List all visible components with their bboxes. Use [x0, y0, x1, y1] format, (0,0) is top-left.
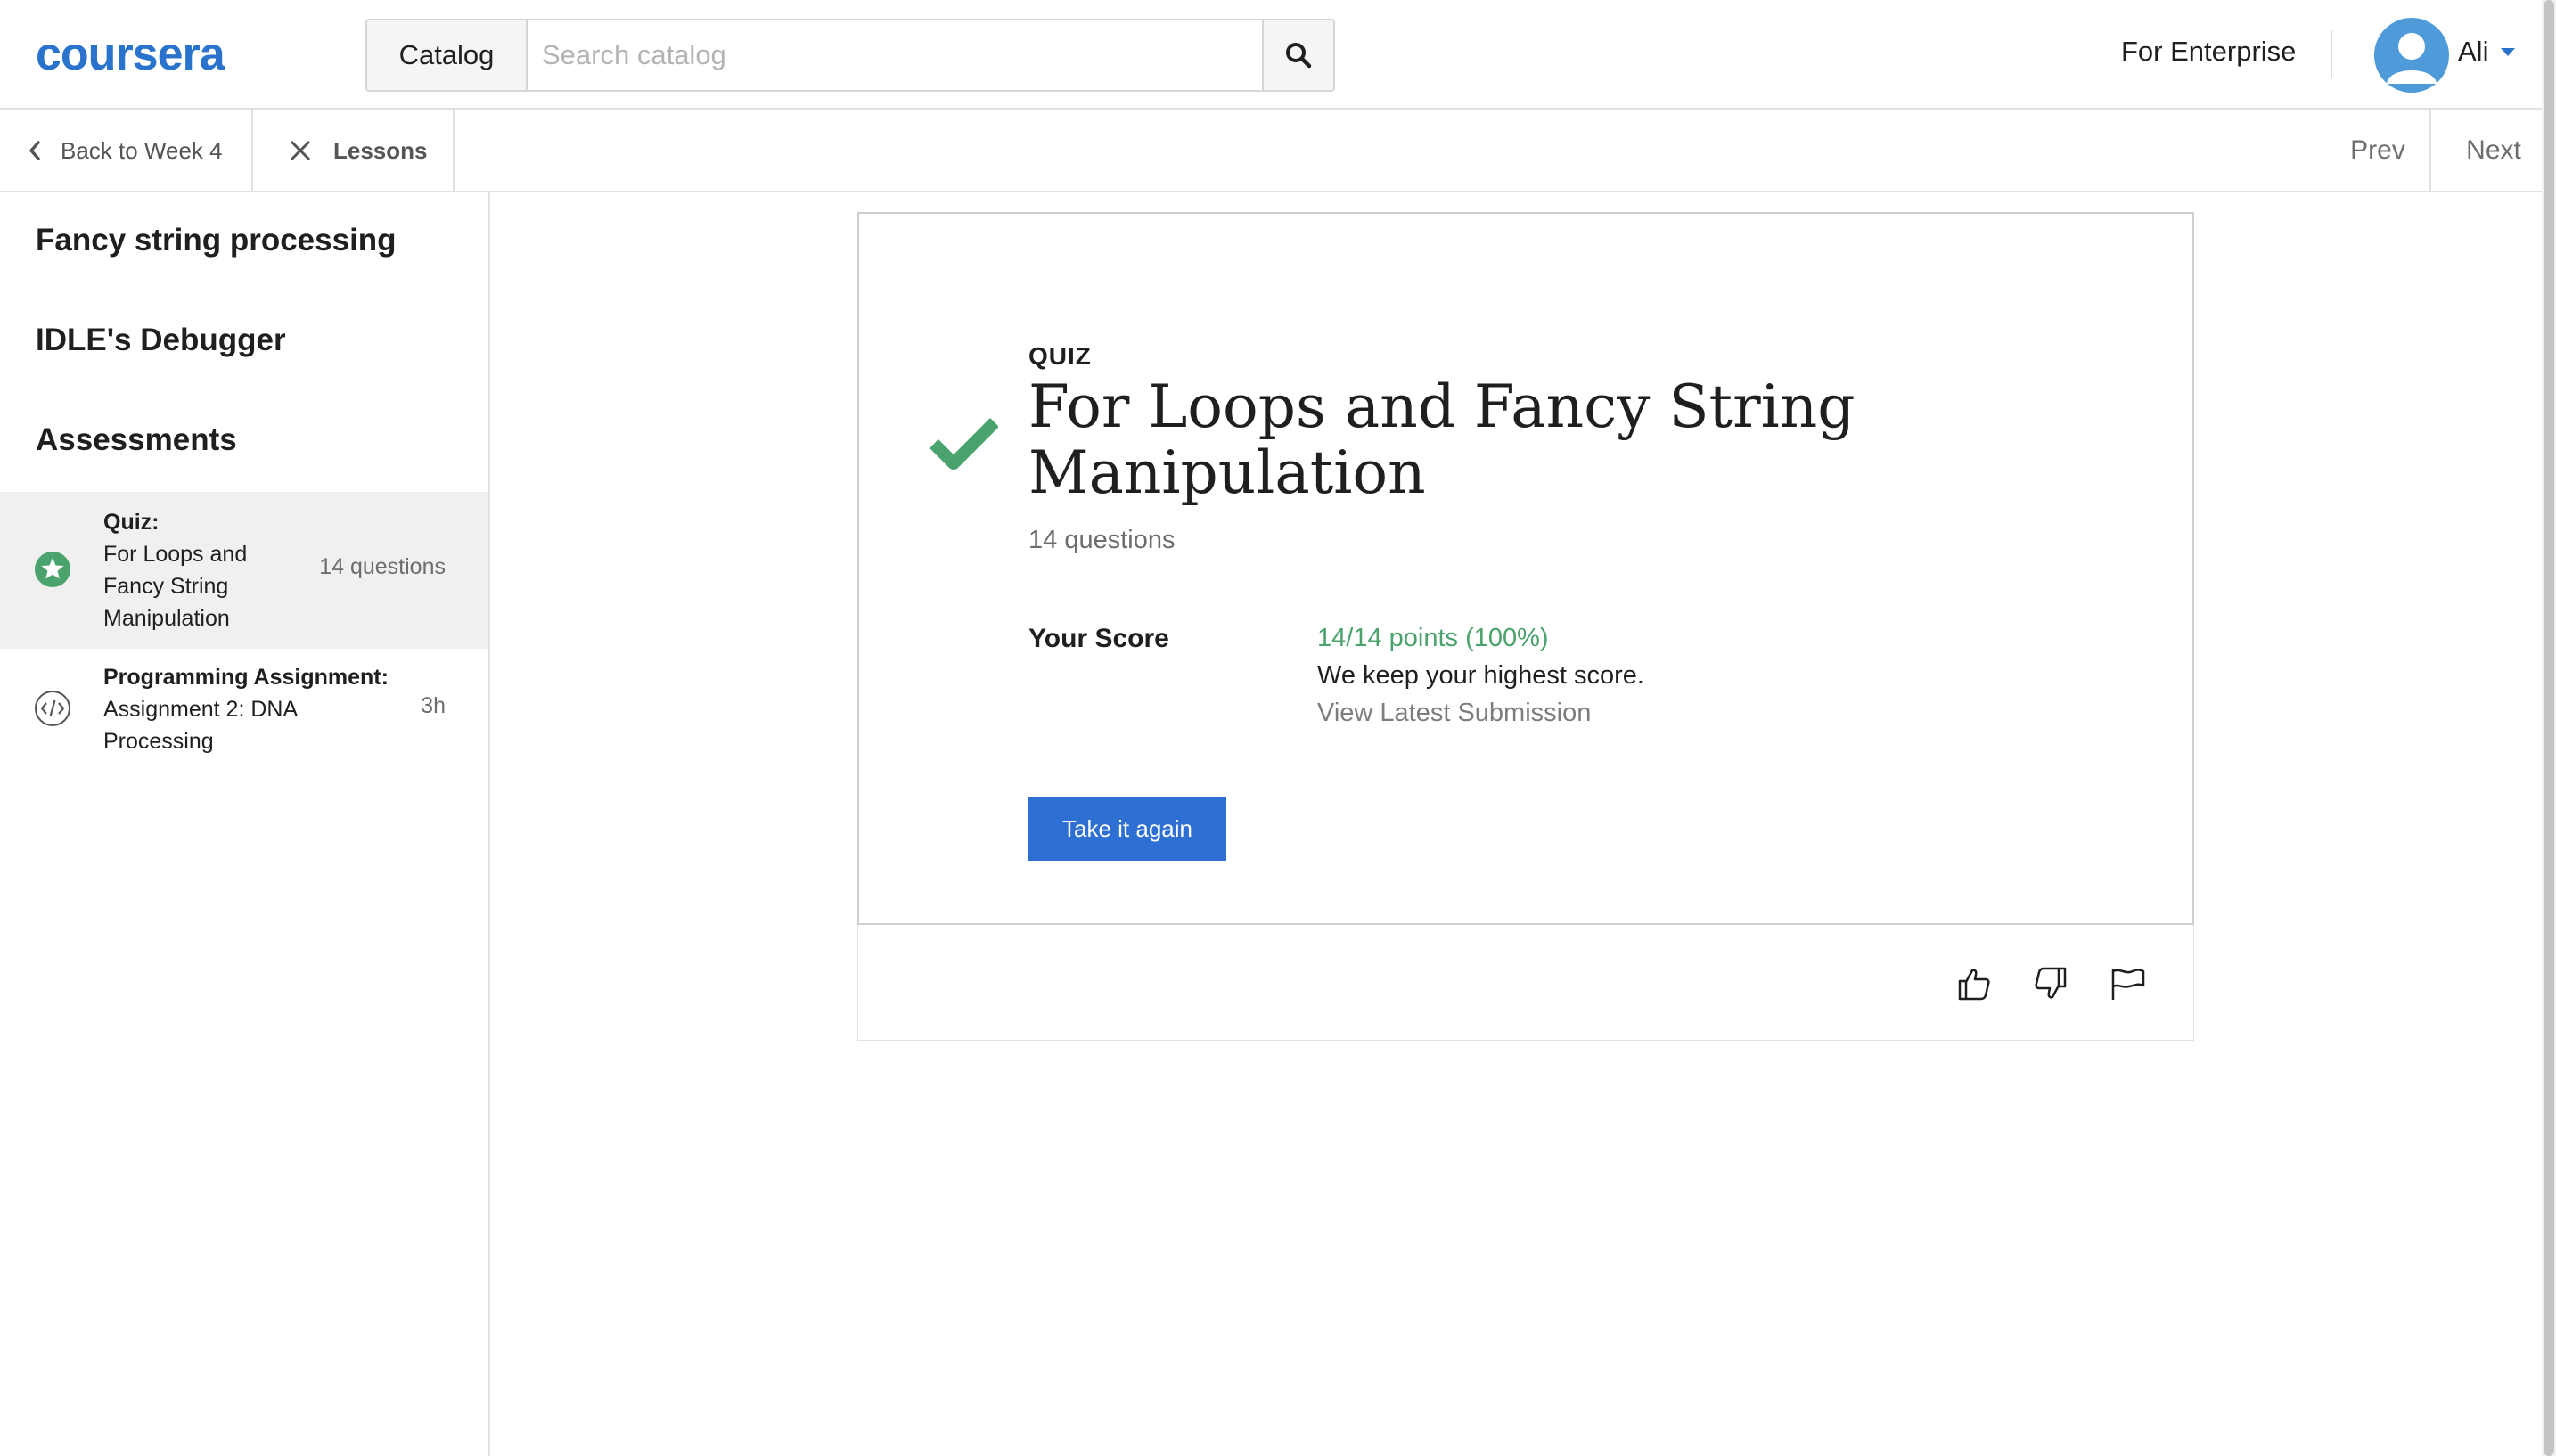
quiz-type-label: QUIZ [1028, 342, 1092, 370]
section-title-assessments[interactable]: Assessments [36, 422, 237, 458]
coursera-logo[interactable]: coursera [36, 30, 267, 78]
back-label: Back to Week 4 [61, 136, 223, 164]
sidebar-item-label: Quiz: For Loops and Fancy String Manipul… [103, 506, 317, 634]
score-note: We keep your highest score. [1317, 661, 1644, 690]
item-name-line: Assignment 2: DNA [103, 697, 299, 722]
take-it-again-button[interactable]: Take it again [1028, 797, 1226, 861]
search-button[interactable] [1262, 19, 1335, 92]
page-scrollbar-thumb[interactable] [2544, 0, 2554, 1456]
section-title-fancy-string[interactable]: Fancy string processing [36, 223, 397, 258]
feedback-bar [857, 925, 2194, 1041]
sidebar-item-programming-assignment[interactable]: Programming Assignment: Assignment 2: DN… [0, 649, 488, 773]
top-header: coursera Catalog For Enterprise Ali [0, 0, 2556, 110]
item-name-line: For Loops and [103, 542, 248, 567]
chevron-left-icon [29, 141, 40, 160]
item-kind: Programming Assignment: [103, 665, 389, 690]
question-count: 14 questions [1028, 526, 1176, 554]
star-complete-icon [35, 552, 70, 587]
score-points: 14/14 points (100%) [1317, 624, 1549, 652]
flag-icon[interactable] [2110, 966, 2147, 1002]
page-title: For Loops and Fancy String Manipulation [1028, 372, 1856, 507]
lesson-subnav: Back to Week 4 Lessons Prev Next [0, 110, 2556, 192]
sidebar-item-quiz[interactable]: Quiz: For Loops and Fancy String Manipul… [0, 492, 488, 649]
lessons-toggle[interactable]: Lessons [253, 110, 455, 191]
item-meta: 14 questions [319, 554, 446, 579]
item-meta: 3h [421, 693, 446, 718]
thumbs-up-icon[interactable] [1956, 966, 1992, 1002]
back-to-week-link[interactable]: Back to Week 4 [0, 110, 253, 191]
header-divider [2331, 30, 2332, 78]
code-icon [35, 691, 70, 726]
sidebar-item-label: Programming Assignment: Assignment 2: DN… [103, 661, 406, 757]
catalog-button[interactable]: Catalog [365, 19, 526, 92]
chevron-down-icon[interactable] [2501, 48, 2515, 57]
catalog-label: Catalog [398, 39, 495, 70]
lesson-sidebar: Fancy string processing IDLE's Debugger … [0, 192, 490, 1456]
item-name-line: Processing [103, 729, 214, 754]
score-label: Your Score [1028, 624, 1169, 653]
quiz-card: QUIZ For Loops and Fancy String Manipula… [857, 212, 2194, 925]
search-icon [1286, 43, 1312, 69]
for-enterprise-link[interactable]: For Enterprise [2121, 36, 2296, 68]
user-name[interactable]: Ali [2458, 36, 2488, 68]
section-title-idle-debugger[interactable]: IDLE's Debugger [36, 323, 286, 358]
next-button[interactable]: Next [2431, 110, 2556, 191]
lessons-label: Lessons [333, 136, 428, 164]
close-icon [290, 140, 311, 161]
item-name-line: Manipulation [103, 606, 230, 631]
user-avatar-icon [2387, 33, 2437, 84]
thumbs-down-icon[interactable] [2033, 966, 2069, 1002]
prev-button[interactable]: Prev [2326, 110, 2431, 191]
checkmark-icon [930, 418, 998, 470]
item-name-line: Fancy String [103, 574, 229, 599]
logo-text: coursera [36, 30, 226, 78]
item-kind: Quiz: [103, 510, 160, 535]
avatar[interactable] [2374, 18, 2449, 93]
view-latest-submission-link[interactable]: View Latest Submission [1317, 699, 1591, 728]
search-input[interactable] [526, 19, 1264, 92]
